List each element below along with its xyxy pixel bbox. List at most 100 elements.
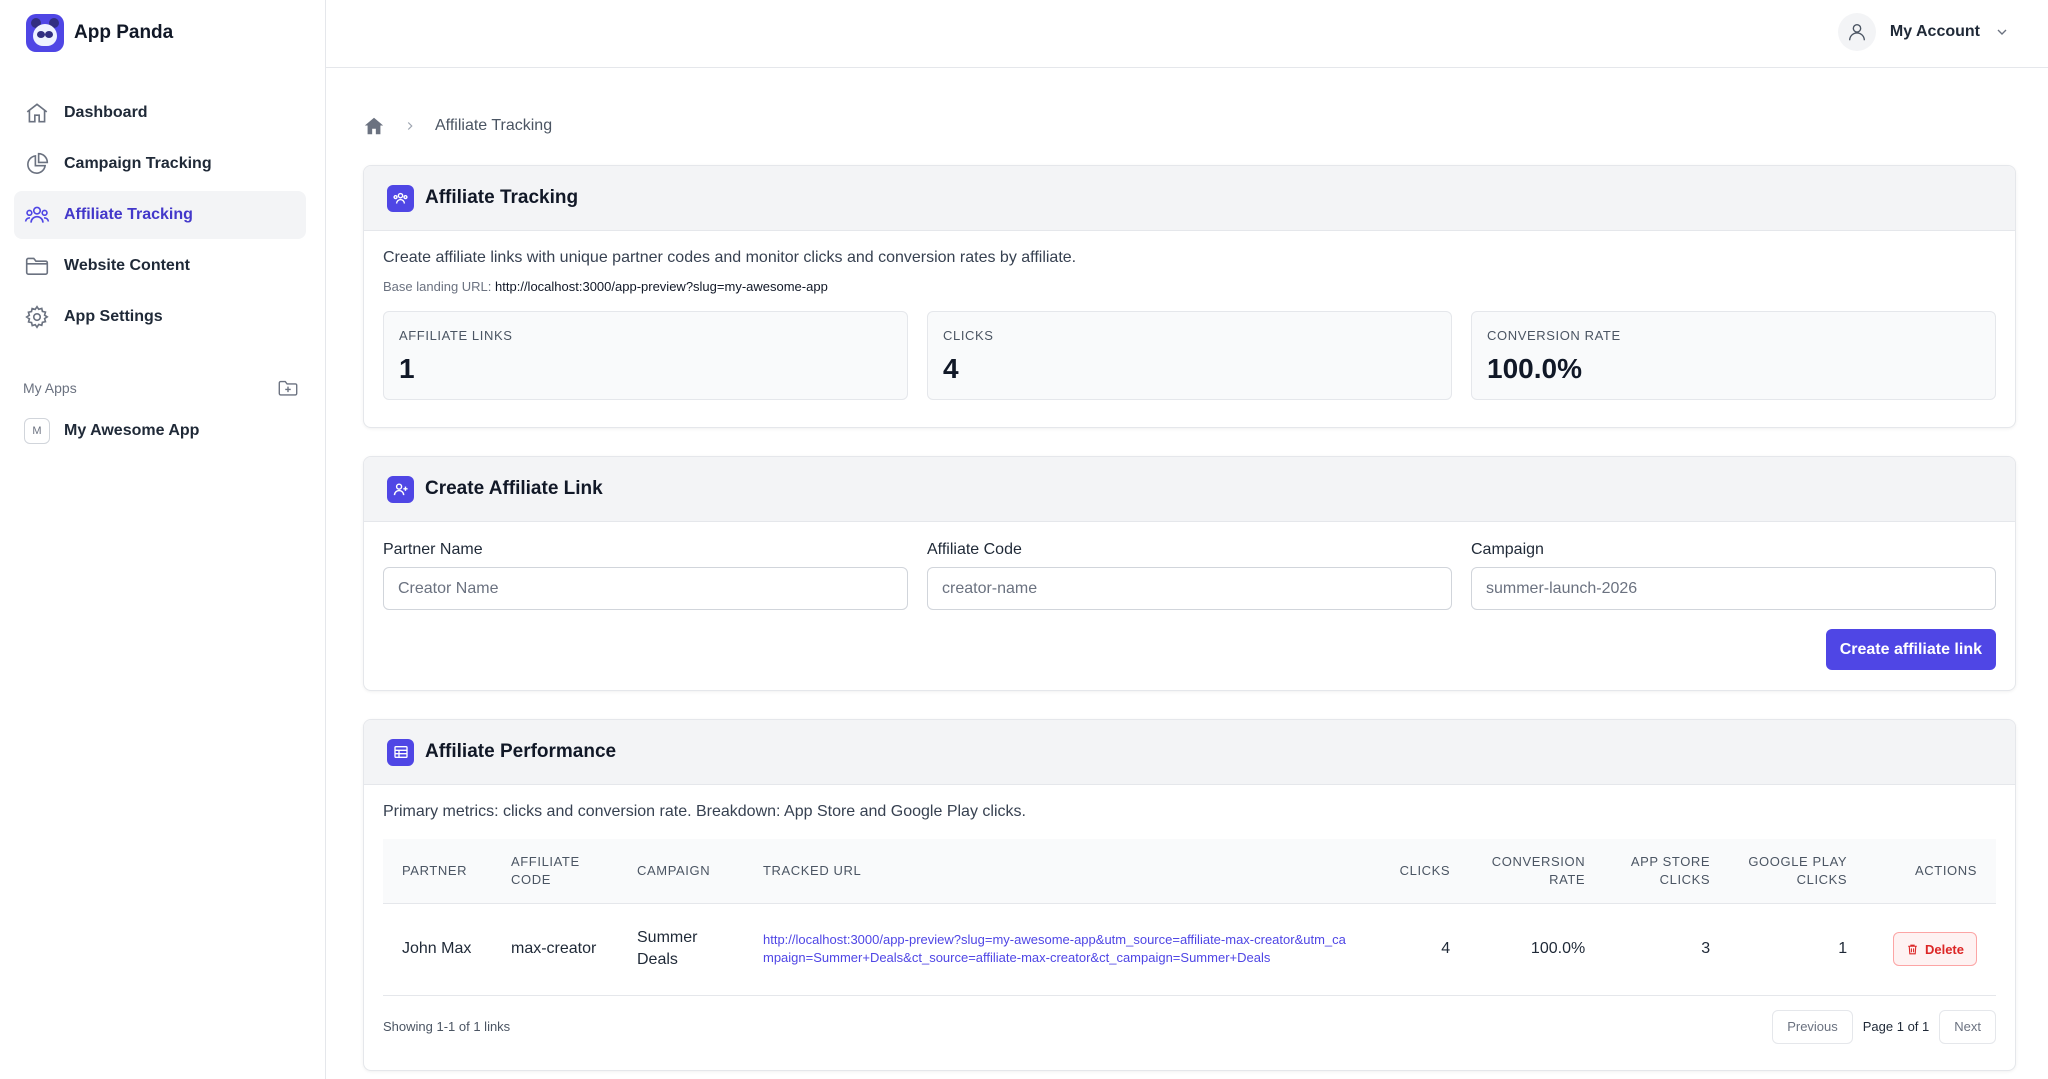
table-header-row: PARTNER AFFILIATE CODE CAMPAIGN TRACKED … <box>383 839 1996 904</box>
folder-add-icon[interactable] <box>277 377 299 399</box>
affiliate-performance-table: PARTNER AFFILIATE CODE CAMPAIGN TRACKED … <box>383 839 1996 996</box>
user-icon <box>1837 13 1876 51</box>
page-indicator: Page 1 of 1 <box>1862 1019 1930 1034</box>
stat-affiliate-links: AFFILIATE LINKS 1 <box>383 311 908 400</box>
affiliate-icon <box>387 184 414 212</box>
top-header: My Account <box>326 0 2048 68</box>
sidebar-item-label: Website Content <box>64 257 190 274</box>
my-apps-section: My Apps <box>23 377 299 399</box>
performance-description: Primary metrics: clicks and conversion r… <box>383 803 1026 820</box>
field-label: Campaign <box>1471 541 1544 558</box>
overview-description: Create affiliate links with unique partn… <box>383 249 1077 266</box>
clicks-cell: 4 <box>1375 903 1470 996</box>
delete-label: Delete <box>1924 941 1964 957</box>
app-avatar: M <box>24 418 50 444</box>
card-header: Affiliate Performance <box>364 720 2015 785</box>
base-url-label: Base landing URL: <box>383 279 492 294</box>
column-header: CAMPAIGN <box>618 839 744 904</box>
home-icon <box>26 103 48 123</box>
brand-name: App Panda <box>74 22 174 43</box>
base-url-value: http://localhost:3000/app-preview?slug=m… <box>495 279 828 294</box>
affiliate-tracking-card: Affiliate Tracking Create affiliate link… <box>363 165 2016 428</box>
affiliate-performance-card: Affiliate Performance Primary metrics: c… <box>363 719 2016 1071</box>
field-label: Partner Name <box>383 541 483 558</box>
breadcrumb: Affiliate Tracking <box>363 115 552 137</box>
breadcrumb-current: Affiliate Tracking <box>435 117 553 134</box>
campaign-input[interactable] <box>1471 567 1996 610</box>
stats-row: AFFILIATE LINKS 1 CLICKS 4 CONVERSION RA… <box>383 311 1996 400</box>
stat-label: CONVERSION RATE <box>1487 328 1621 343</box>
table-row: John Max max-creator Summer Deals http:/… <box>383 903 1996 996</box>
sidebar-item-campaign-tracking[interactable]: Campaign Tracking <box>14 140 306 188</box>
pagination: Showing 1-1 of 1 links Previous Page 1 o… <box>383 1009 1996 1044</box>
app-item-my-awesome-app[interactable]: M My Awesome App <box>24 418 199 444</box>
folder-icon <box>25 257 49 275</box>
trash-icon <box>1908 944 1917 954</box>
chevron-down-icon <box>1997 29 2007 35</box>
sidebar-item-affiliate-tracking[interactable]: Affiliate Tracking <box>14 191 306 239</box>
sidebar-item-app-settings[interactable]: App Settings <box>14 293 306 341</box>
stat-label: AFFILIATE LINKS <box>399 328 513 343</box>
chevron-right-icon <box>407 122 413 130</box>
column-header: ACTIONS <box>1866 839 1996 904</box>
create-affiliate-link-card: Create Affiliate Link Partner Name Affil… <box>363 456 2016 691</box>
campaign-cell: Summer Deals <box>618 903 744 996</box>
sidebar-item-label: App Settings <box>64 308 163 325</box>
column-header: GOOGLE PLAY CLICKS <box>1729 839 1867 904</box>
column-header: TRACKED URL <box>744 839 1375 904</box>
stat-value: 1 <box>399 353 415 384</box>
column-header: CLICKS <box>1375 839 1470 904</box>
column-header: CONVERSION RATE <box>1469 839 1605 904</box>
card-title: Affiliate Performance <box>425 741 617 762</box>
stat-label: CLICKS <box>943 328 994 343</box>
sidebar: App Panda Dashboard Campaign Tracking Af… <box>0 0 326 1079</box>
create-affiliate-link-button[interactable]: Create affiliate link <box>1825 629 1996 670</box>
sidebar-item-dashboard[interactable]: Dashboard <box>14 89 306 137</box>
delete-button[interactable]: Delete <box>1892 932 1977 966</box>
affiliate-code-field: Affiliate Code <box>927 541 1452 610</box>
partner-name-field: Partner Name <box>383 541 908 610</box>
sidebar-item-website-content[interactable]: Website Content <box>14 242 306 290</box>
stat-conversion-rate: CONVERSION RATE 100.0% <box>1471 311 1996 400</box>
sidebar-item-label: Campaign Tracking <box>64 155 212 172</box>
affiliate-code-input[interactable] <box>927 567 1452 610</box>
stat-clicks: CLICKS 4 <box>927 311 1452 400</box>
card-header: Affiliate Tracking <box>364 166 2015 231</box>
campaign-field: Campaign <box>1471 541 1996 610</box>
column-header: APP STORE CLICKS <box>1604 839 1730 904</box>
base-url-line: Base landing URL: http://localhost:3000/… <box>383 279 1996 294</box>
users-icon <box>24 206 50 223</box>
next-page-button[interactable]: Next <box>1939 1009 1996 1044</box>
pie-chart-icon <box>27 152 49 174</box>
card-title: Affiliate Tracking <box>425 187 579 208</box>
affiliate-code-cell: max-creator <box>492 903 618 996</box>
app-store-clicks-cell: 3 <box>1604 903 1730 996</box>
form-row: Partner Name Affiliate Code Campaign <box>383 541 1996 610</box>
stat-value: 4 <box>943 353 959 384</box>
conversion-rate-cell: 100.0% <box>1469 903 1605 996</box>
card-header: Create Affiliate Link <box>364 457 2015 522</box>
partner-name-input[interactable] <box>383 567 908 610</box>
my-apps-label: My Apps <box>23 380 77 396</box>
tracked-url-cell: http://localhost:3000/app-preview?slug=m… <box>744 903 1375 996</box>
partner-cell: John Max <box>383 903 492 996</box>
app-name: My Awesome App <box>64 422 200 439</box>
column-header: AFFILIATE CODE <box>492 839 618 904</box>
column-header: PARTNER <box>383 839 492 904</box>
table-icon <box>387 738 414 766</box>
actions-cell: Delete <box>1866 903 1996 996</box>
stat-value: 100.0% <box>1487 353 1582 384</box>
account-label: My Account <box>1889 23 1980 40</box>
previous-page-button[interactable]: Previous <box>1772 1009 1853 1044</box>
account-menu[interactable]: My Account <box>1837 13 2010 51</box>
tracked-url-link[interactable]: http://localhost:3000/app-preview?slug=m… <box>763 931 1356 967</box>
field-label: Affiliate Code <box>927 541 1022 558</box>
home-icon[interactable] <box>363 115 385 137</box>
card-title: Create Affiliate Link <box>425 478 603 499</box>
gear-icon <box>25 305 49 329</box>
brand[interactable]: App Panda <box>26 14 173 52</box>
sidebar-item-label: Affiliate Tracking <box>64 206 193 223</box>
user-plus-icon <box>387 475 414 503</box>
panda-icon <box>26 14 64 52</box>
sidebar-nav: Dashboard Campaign Tracking Affiliate Tr… <box>14 89 306 344</box>
